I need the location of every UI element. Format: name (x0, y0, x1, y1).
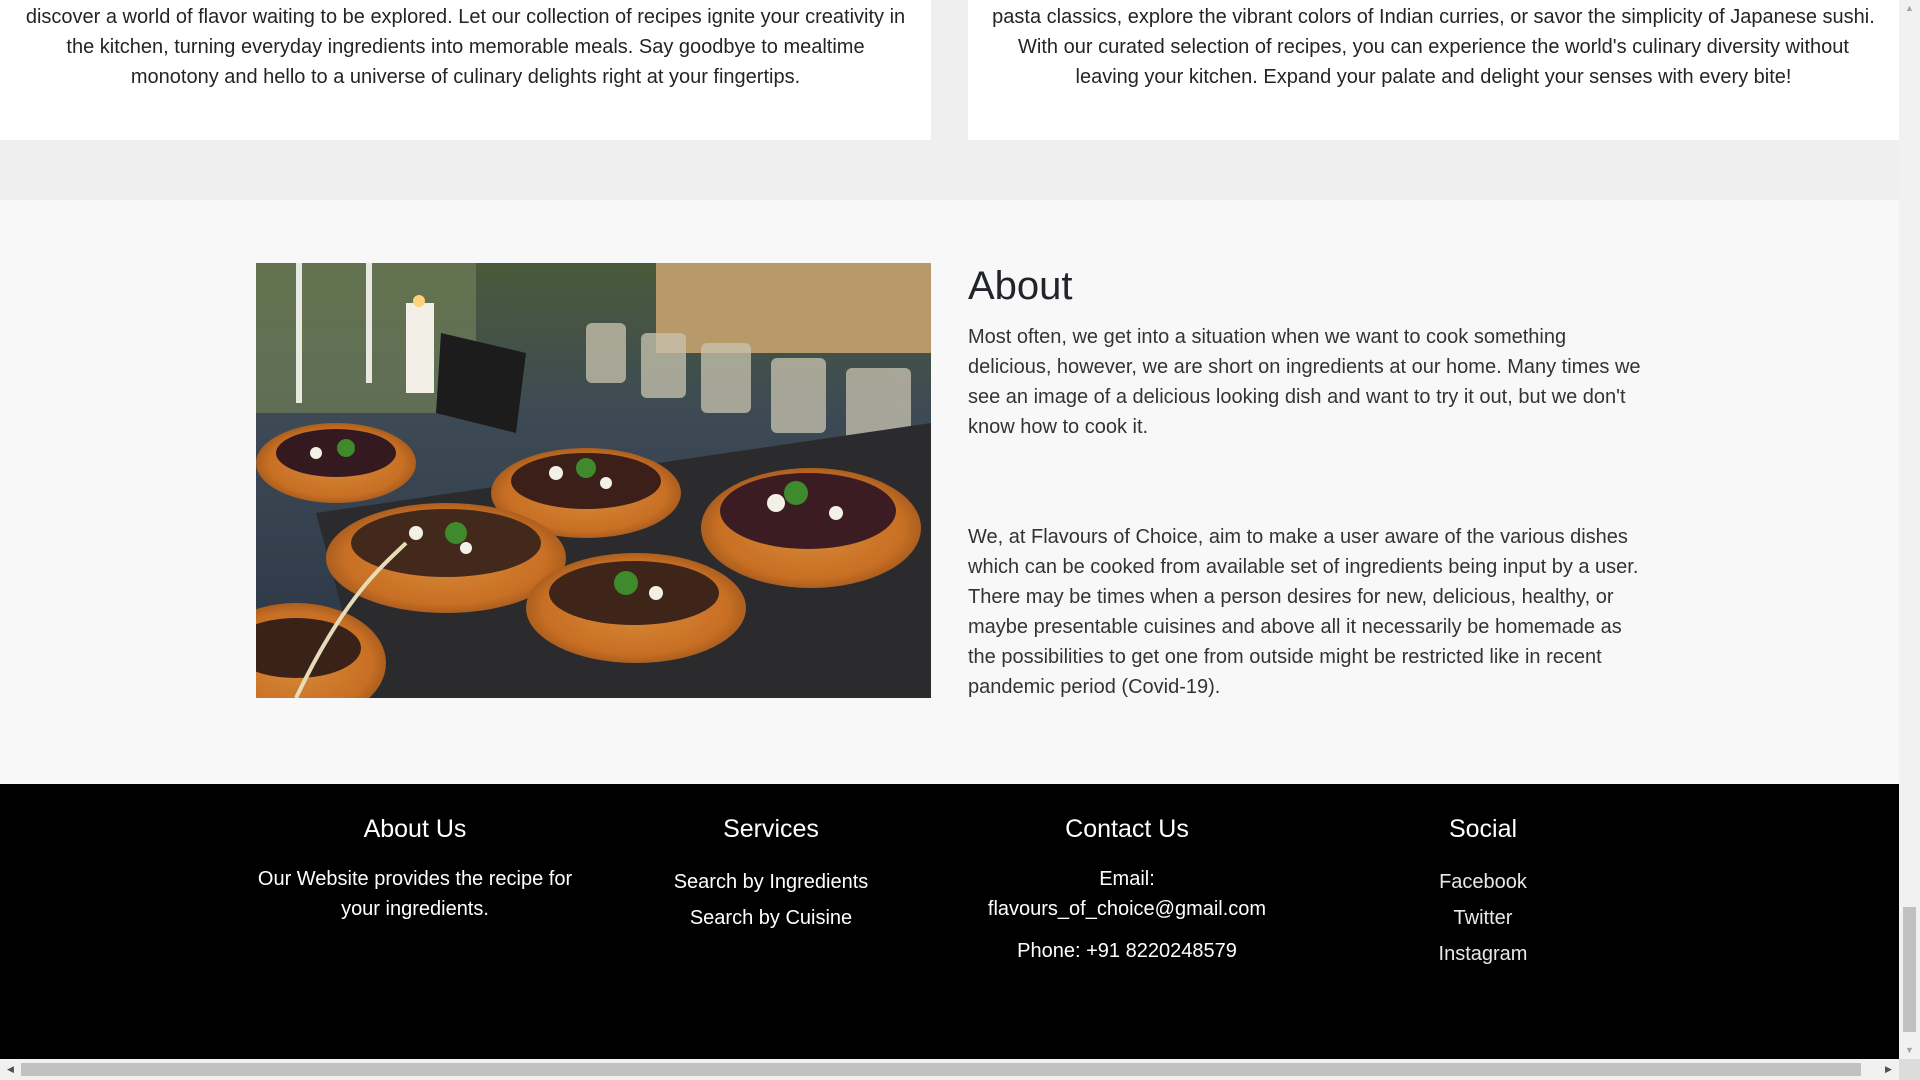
intro-card-right-text: pasta classics, explore the vibrant colo… (992, 6, 1875, 88)
contact-email-label: Email: (1099, 868, 1155, 890)
about-title: About (968, 264, 1073, 308)
about-content: About Most often, we get into a situatio… (968, 260, 1648, 702)
footer-services-title: Services (723, 815, 819, 843)
intro-card-right: pasta classics, explore the vibrant colo… (968, 0, 1899, 140)
scroll-up-arrow-icon[interactable]: ▲ (1899, 0, 1920, 17)
instagram-link[interactable]: Instagram (1318, 936, 1648, 972)
vertical-scrollbar[interactable]: ▲ ▼ (1899, 0, 1920, 1059)
intro-card-left-text: discover a world of flavor waiting to be… (25, 6, 906, 88)
footer-contact: Contact Us Email: flavours_of_choice@gma… (962, 812, 1292, 966)
footer-social: Social Facebook Twitter Instagram (1318, 812, 1648, 972)
contact-phone: Phone: +91 8220248579 (1017, 940, 1237, 962)
footer-social-title: Social (1448, 815, 1518, 843)
about-paragraph-2: We, at Flavours of Choice, aim to make a… (968, 526, 1639, 698)
footer-about-us: About Us Our Website provides the recipe… (250, 812, 580, 924)
about-food-image (256, 263, 931, 698)
footer: About Us Our Website provides the recipe… (0, 784, 1899, 1059)
about-paragraph-1: Most often, we get into a situation when… (968, 326, 1641, 438)
intro-cards: discover a world of flavor waiting to be… (0, 0, 1899, 140)
footer-about-us-text: Our Website provides the recipe for your… (257, 868, 573, 920)
scroll-left-arrow-icon[interactable]: ◀ (2, 1059, 19, 1080)
about-section: About Most often, we get into a situatio… (0, 200, 1899, 784)
footer-services: Services Search by Ingredients Search by… (606, 812, 936, 936)
scroll-down-arrow-icon[interactable]: ▼ (1899, 1042, 1920, 1059)
page: discover a world of flavor waiting to be… (0, 0, 1899, 1059)
horizontal-scroll-thumb[interactable] (21, 1063, 1861, 1076)
vertical-scroll-thumb[interactable] (1903, 907, 1916, 1032)
scrollbar-corner (1899, 1059, 1920, 1080)
horizontal-scrollbar[interactable]: ◀ ▶ (0, 1059, 1899, 1080)
search-by-ingredients-link[interactable]: Search by Ingredients (606, 864, 936, 900)
footer-about-us-title: About Us (363, 815, 467, 843)
contact-email: flavours_of_choice@gmail.com (987, 898, 1267, 920)
facebook-link[interactable]: Facebook (1318, 864, 1648, 900)
intro-card-left: discover a world of flavor waiting to be… (0, 0, 931, 140)
twitter-link[interactable]: Twitter (1318, 900, 1648, 936)
scroll-right-arrow-icon[interactable]: ▶ (1880, 1059, 1897, 1080)
search-by-cuisine-link[interactable]: Search by Cuisine (606, 900, 936, 936)
footer-contact-title: Contact Us (1065, 815, 1189, 843)
